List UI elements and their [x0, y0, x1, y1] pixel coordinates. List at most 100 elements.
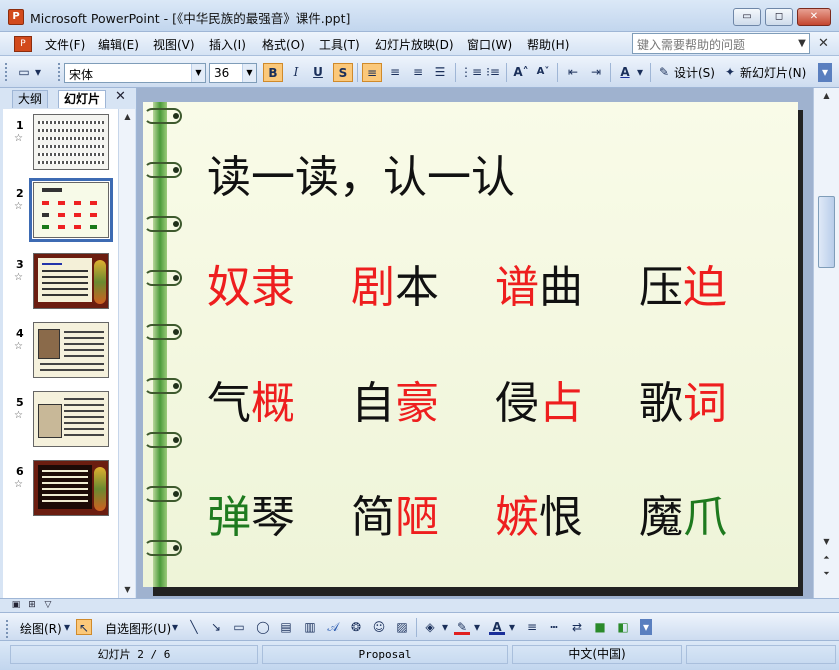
font-name-combo[interactable]: 宋体 ▼	[64, 63, 206, 83]
chevron-down-icon[interactable]: ▾	[634, 63, 646, 82]
vertical-textbox-icon[interactable]: ▥	[302, 619, 318, 635]
word-3-4[interactable]: 魔爪	[639, 496, 727, 540]
chevron-down-icon[interactable]: ▾	[32, 63, 44, 82]
menu-view[interactable]: 视图(V)	[153, 36, 195, 53]
oval-icon[interactable]: ◯	[255, 619, 271, 635]
toolbar-options-icon[interactable]: ▾	[818, 63, 832, 82]
numbering-icon[interactable]: ⋮≡	[460, 63, 482, 82]
pane-scrollbar[interactable]: ▲ ▼	[118, 109, 135, 598]
shadow-style-icon[interactable]: ■	[592, 619, 608, 635]
menu-format[interactable]: 格式(O)	[262, 36, 305, 53]
toolbar-grip[interactable]	[5, 63, 8, 81]
powerpoint-app-icon[interactable]: P	[8, 9, 24, 25]
new-slide-button[interactable]: 新幻灯片(N)	[740, 64, 806, 81]
select-arrow-icon[interactable]: ↖	[76, 619, 92, 635]
picture-icon[interactable]: ▨	[394, 619, 410, 635]
close-button[interactable]: ✕	[797, 8, 831, 26]
slide-sorter-icon[interactable]: ⊞	[26, 599, 38, 611]
bold-button[interactable]: B	[263, 63, 283, 82]
line-color-icon[interactable]: ✎	[454, 619, 470, 635]
slide-thumbnail-4[interactable]	[33, 322, 109, 378]
word-3-1[interactable]: 弹琴	[207, 496, 295, 540]
dash-style-icon[interactable]: ┅	[546, 619, 562, 635]
document-icon[interactable]: P	[14, 36, 32, 52]
close-pane-icon[interactable]: ✕	[115, 89, 126, 104]
restore-button[interactable]: ◻	[765, 8, 793, 26]
close-document-button[interactable]: ✕	[818, 36, 829, 51]
shadow-button[interactable]: S	[333, 63, 353, 82]
vertical-scrollbar[interactable]: ▲ ▼ ⏶ ⏷	[813, 88, 839, 598]
slide-thumbnail-2[interactable]	[29, 178, 113, 242]
chevron-down-icon[interactable]: ▼	[242, 64, 256, 82]
chevron-down-icon[interactable]: ▾	[440, 619, 450, 635]
align-center-icon[interactable]: ≡	[385, 63, 405, 82]
clipart-icon[interactable]: ☺	[371, 619, 387, 635]
new-document-icon[interactable]: ▭	[14, 63, 34, 82]
justify-icon[interactable]: ☰	[430, 63, 450, 82]
menu-file[interactable]: 文件(F)	[45, 36, 85, 53]
slide-thumbnail-6[interactable]	[33, 460, 109, 516]
toolbar-grip[interactable]	[58, 63, 61, 81]
current-slide[interactable]: 读一读，认一认 奴隶 剧本 谱曲 压迫 气概 自豪 侵占 歌词 弹琴 简陋 嫉恨…	[143, 102, 798, 587]
increase-font-icon[interactable]: A˄	[511, 63, 531, 82]
menu-window[interactable]: 窗口(W)	[467, 36, 512, 53]
word-3-3[interactable]: 嫉恨	[495, 496, 583, 540]
word-2-3[interactable]: 侵占	[495, 382, 583, 426]
arrow-style-icon[interactable]: ⇄	[569, 619, 585, 635]
word-2-1[interactable]: 气概	[207, 382, 295, 426]
word-1-2[interactable]: 剧本	[351, 266, 439, 310]
tab-outline[interactable]: 大纲	[12, 90, 49, 108]
word-1-3[interactable]: 谱曲	[495, 266, 583, 310]
autoshapes-button[interactable]: 自选图形(U)	[105, 620, 171, 637]
chevron-down-icon[interactable]: ▼	[191, 64, 205, 82]
chevron-down-icon[interactable]: ▾	[62, 619, 72, 635]
line-icon[interactable]: ╲	[186, 619, 202, 635]
italic-button[interactable]: I	[286, 63, 306, 82]
design-button[interactable]: 设计(S)	[674, 64, 715, 81]
font-size-combo[interactable]: 36 ▼	[209, 63, 257, 83]
font-color-icon[interactable]: A	[489, 619, 505, 635]
toolbar-grip[interactable]	[6, 620, 9, 638]
underline-button[interactable]: U	[308, 63, 328, 82]
scroll-down-icon[interactable]: ▼	[818, 534, 835, 550]
line-style-icon[interactable]: ≡	[524, 619, 540, 635]
word-1-4[interactable]: 压迫	[639, 266, 727, 310]
3d-style-icon[interactable]: ◧	[615, 619, 631, 635]
slide-thumbnail-3[interactable]	[33, 253, 109, 309]
scroll-down-icon[interactable]: ▼	[119, 582, 136, 598]
design-icon[interactable]: ✎	[654, 63, 674, 82]
slide-thumbnail-1[interactable]	[33, 114, 109, 170]
bullets-icon[interactable]: ⁝≡	[483, 63, 503, 82]
chevron-down-icon[interactable]: ▾	[507, 619, 517, 635]
arrow-icon[interactable]: ↘	[208, 619, 224, 635]
draw-menu-button[interactable]: 绘图(R)	[20, 620, 62, 637]
new-slide-icon[interactable]: ✦	[720, 63, 740, 82]
normal-view-icon[interactable]: ▣	[10, 599, 22, 611]
tab-slides[interactable]: 幻灯片	[58, 90, 107, 108]
scroll-up-icon[interactable]: ▲	[818, 88, 835, 104]
chevron-down-icon[interactable]: ▼	[794, 33, 810, 54]
menu-insert[interactable]: 插入(I)	[209, 36, 246, 53]
fill-color-icon[interactable]: ◈	[422, 619, 438, 635]
textbox-icon[interactable]: ▤	[278, 619, 294, 635]
menu-slideshow[interactable]: 幻灯片放映(D)	[375, 36, 454, 53]
word-2-4[interactable]: 歌词	[639, 382, 727, 426]
next-slide-icon[interactable]: ⏷	[818, 566, 835, 582]
word-1-1[interactable]: 奴隶	[207, 266, 295, 310]
word-2-2[interactable]: 自豪	[351, 382, 439, 426]
chevron-down-icon[interactable]: ▾	[170, 619, 180, 635]
slide-title[interactable]: 读一读，认一认	[207, 156, 515, 200]
menu-tools[interactable]: 工具(T)	[319, 36, 360, 53]
scrollbar-thumb[interactable]	[818, 196, 835, 268]
chevron-down-icon[interactable]: ▾	[472, 619, 482, 635]
scroll-up-icon[interactable]: ▲	[119, 109, 136, 125]
help-search-input[interactable]: 键入需要帮助的问题	[632, 33, 810, 54]
slideshow-view-icon[interactable]: ▽	[42, 599, 54, 611]
decrease-font-icon[interactable]: A˅	[533, 63, 553, 82]
decrease-indent-icon[interactable]: ⇤	[563, 63, 583, 82]
word-3-2[interactable]: 简陋	[351, 496, 439, 540]
menu-help[interactable]: 帮助(H)	[527, 36, 569, 53]
menu-edit[interactable]: 编辑(E)	[98, 36, 139, 53]
align-right-icon[interactable]: ≡	[408, 63, 428, 82]
rectangle-icon[interactable]: ▭	[231, 619, 247, 635]
